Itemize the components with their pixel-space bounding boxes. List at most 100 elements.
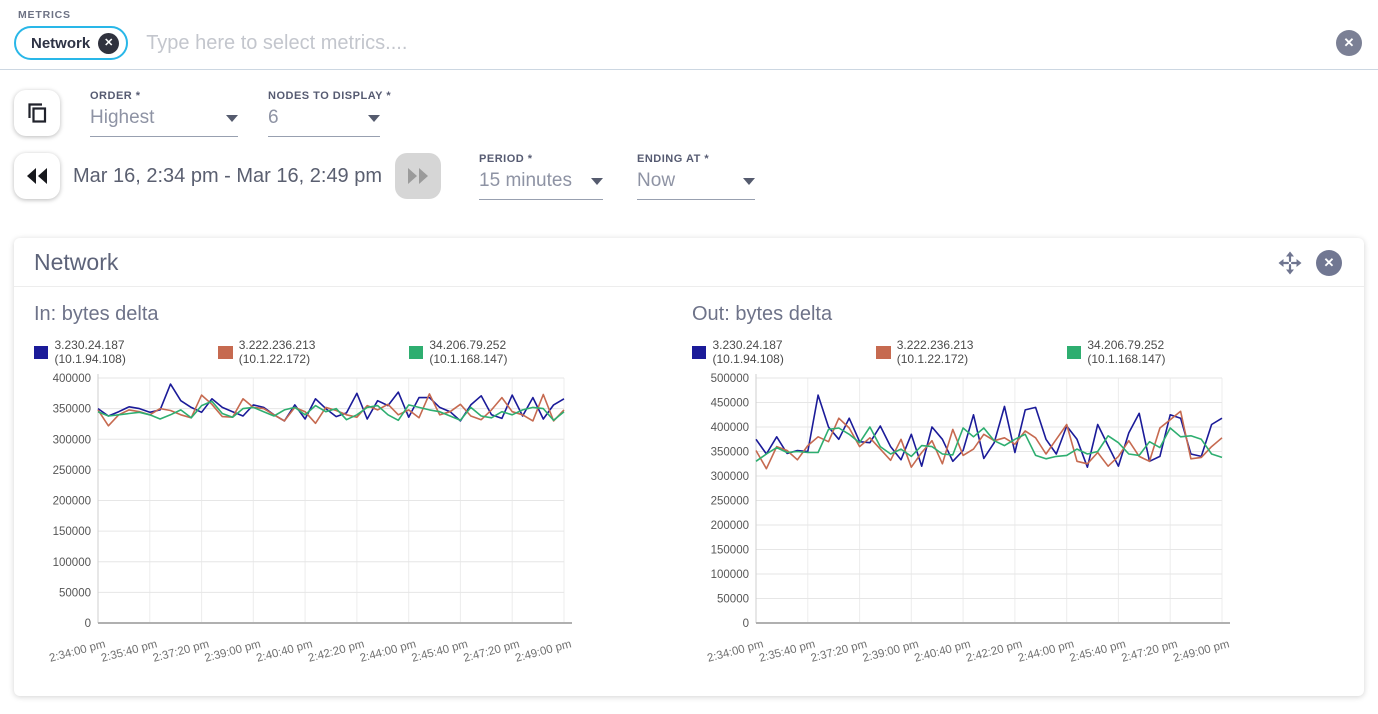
time-forward-button[interactable] [395,153,441,199]
svg-text:50000: 50000 [717,594,749,606]
ending-field: ENDING AT * Now [637,153,755,200]
order-field: ORDER * Highest [90,90,238,137]
svg-text:2:40:40 pm: 2:40:40 pm [255,638,314,664]
svg-text:2:45:40 pm: 2:45:40 pm [410,638,469,664]
legend-swatch-icon [34,346,48,359]
svg-text:100000: 100000 [53,557,91,569]
line-chart-out: 0 50000 100000 150000 200000 250000 300000 3500… [692,368,1240,686]
svg-text:300000: 300000 [53,434,91,446]
metrics-label: METRICS [0,0,1378,21]
svg-text:0: 0 [85,618,91,630]
chart-panel-out: Out: bytes delta 3.230.24.187 (10.1.94.1… [692,293,1240,686]
period-label: PERIOD * [479,153,603,165]
order-value: Highest [90,107,154,129]
svg-text:2:39:00 pm: 2:39:00 pm [861,638,920,664]
svg-text:2:44:00 pm: 2:44:00 pm [359,638,418,664]
svg-text:2:42:20 pm: 2:42:20 pm [307,638,366,664]
time-row: Mar 16, 2:34 pm - Mar 16, 2:49 pm PERIOD… [0,137,1378,200]
metrics-bar: Network ✕ ✕ [0,21,1378,70]
legend-item[interactable]: 34.206.79.252 (10.1.168.147) [409,338,582,366]
rewind-icon [24,166,50,186]
legend-item[interactable]: 3.222.236.213 (10.1.22.172) [876,338,1043,366]
chart-legend: 3.230.24.187 (10.1.94.108) 3.222.236.213 … [692,338,1240,366]
time-back-button[interactable] [14,153,60,199]
legend-swatch-icon [1067,346,1081,359]
chip-remove-icon[interactable]: ✕ [98,33,119,54]
legend-item[interactable]: 3.230.24.187 (10.1.94.108) [34,338,194,366]
chart-title: In: bytes delta [34,303,582,326]
card-actions: ✕ [1278,250,1342,276]
legend-label: 3.230.24.187 (10.1.94.108) [712,338,852,366]
nodes-select[interactable]: 6 [268,107,380,137]
period-select[interactable]: 15 minutes [479,170,603,200]
svg-text:2:49:00 pm: 2:49:00 pm [1172,638,1231,664]
fast-forward-icon [405,166,431,186]
svg-text:200000: 200000 [711,520,749,532]
legend-label: 3.222.236.213 (10.1.22.172) [239,338,385,366]
ending-label: ENDING AT * [637,153,755,165]
nodes-label: NODES TO DISPLAY * [268,90,391,102]
svg-text:2:47:20 pm: 2:47:20 pm [462,638,521,664]
svg-text:2:35:40 pm: 2:35:40 pm [758,638,817,664]
legend-item[interactable]: 3.230.24.187 (10.1.94.108) [692,338,852,366]
svg-text:450000: 450000 [711,398,749,410]
period-field: PERIOD * 15 minutes [479,153,603,200]
metrics-search-input[interactable] [144,31,1336,56]
ending-select[interactable]: Now [637,170,755,200]
controls-row: ORDER * Highest NODES TO DISPLAY * 6 [0,70,1378,137]
svg-text:2:37:20 pm: 2:37:20 pm [152,638,211,664]
svg-text:400000: 400000 [53,373,91,385]
ending-value: Now [637,170,675,192]
svg-text:250000: 250000 [711,496,749,508]
duplicate-button[interactable] [14,90,60,136]
order-label: ORDER * [90,90,238,102]
svg-text:100000: 100000 [711,569,749,581]
svg-text:150000: 150000 [53,526,91,538]
card-header: Network ✕ [14,238,1364,287]
legend-label: 34.206.79.252 (10.1.168.147) [1087,338,1240,366]
move-icon[interactable] [1278,251,1302,275]
svg-text:350000: 350000 [711,447,749,459]
legend-item[interactable]: 3.222.236.213 (10.1.22.172) [218,338,385,366]
svg-text:2:45:40 pm: 2:45:40 pm [1068,638,1127,664]
svg-text:0: 0 [743,618,749,630]
chevron-down-icon [226,115,238,122]
svg-text:150000: 150000 [711,545,749,557]
svg-text:2:40:40 pm: 2:40:40 pm [913,638,972,664]
svg-text:2:37:20 pm: 2:37:20 pm [810,638,869,664]
metric-chip-network[interactable]: Network ✕ [14,26,128,60]
legend-item[interactable]: 34.206.79.252 (10.1.168.147) [1067,338,1240,366]
card-close-icon[interactable]: ✕ [1316,250,1342,276]
svg-text:2:34:00 pm: 2:34:00 pm [48,638,107,664]
svg-text:500000: 500000 [711,373,749,385]
svg-text:300000: 300000 [711,471,749,483]
legend-label: 3.230.24.187 (10.1.94.108) [54,338,194,366]
svg-text:2:42:20 pm: 2:42:20 pm [965,638,1024,664]
legend-swatch-icon [218,346,232,359]
metrics-page: METRICS Network ✕ ✕ ORDER * Highest [0,0,1378,696]
network-card: Network ✕ [14,238,1364,696]
order-select[interactable]: Highest [90,107,238,137]
clear-metrics-icon[interactable]: ✕ [1336,30,1362,56]
svg-text:2:44:00 pm: 2:44:00 pm [1017,638,1076,664]
chart-title: Out: bytes delta [692,303,1240,326]
svg-text:2:35:40 pm: 2:35:40 pm [100,638,159,664]
card-title: Network [34,249,1278,276]
period-value: 15 minutes [479,170,572,192]
line-chart-in: 0500001000001500002000002500003000003500… [34,368,582,686]
chevron-down-icon [368,115,380,122]
svg-text:350000: 350000 [53,404,91,416]
chevron-down-icon [743,178,755,185]
legend-swatch-icon [692,346,706,359]
chevron-down-icon [591,178,603,185]
legend-label: 34.206.79.252 (10.1.168.147) [429,338,582,366]
metric-chip-label: Network [31,35,90,52]
chart-legend: 3.230.24.187 (10.1.94.108) 3.222.236.213 … [34,338,582,366]
charts-container: In: bytes delta 3.230.24.187 (10.1.94.10… [14,287,1364,686]
svg-text:250000: 250000 [53,465,91,477]
copy-icon [24,100,50,126]
svg-text:2:39:00 pm: 2:39:00 pm [203,638,262,664]
legend-swatch-icon [409,346,423,359]
svg-text:50000: 50000 [59,587,91,599]
svg-text:2:47:20 pm: 2:47:20 pm [1120,638,1179,664]
